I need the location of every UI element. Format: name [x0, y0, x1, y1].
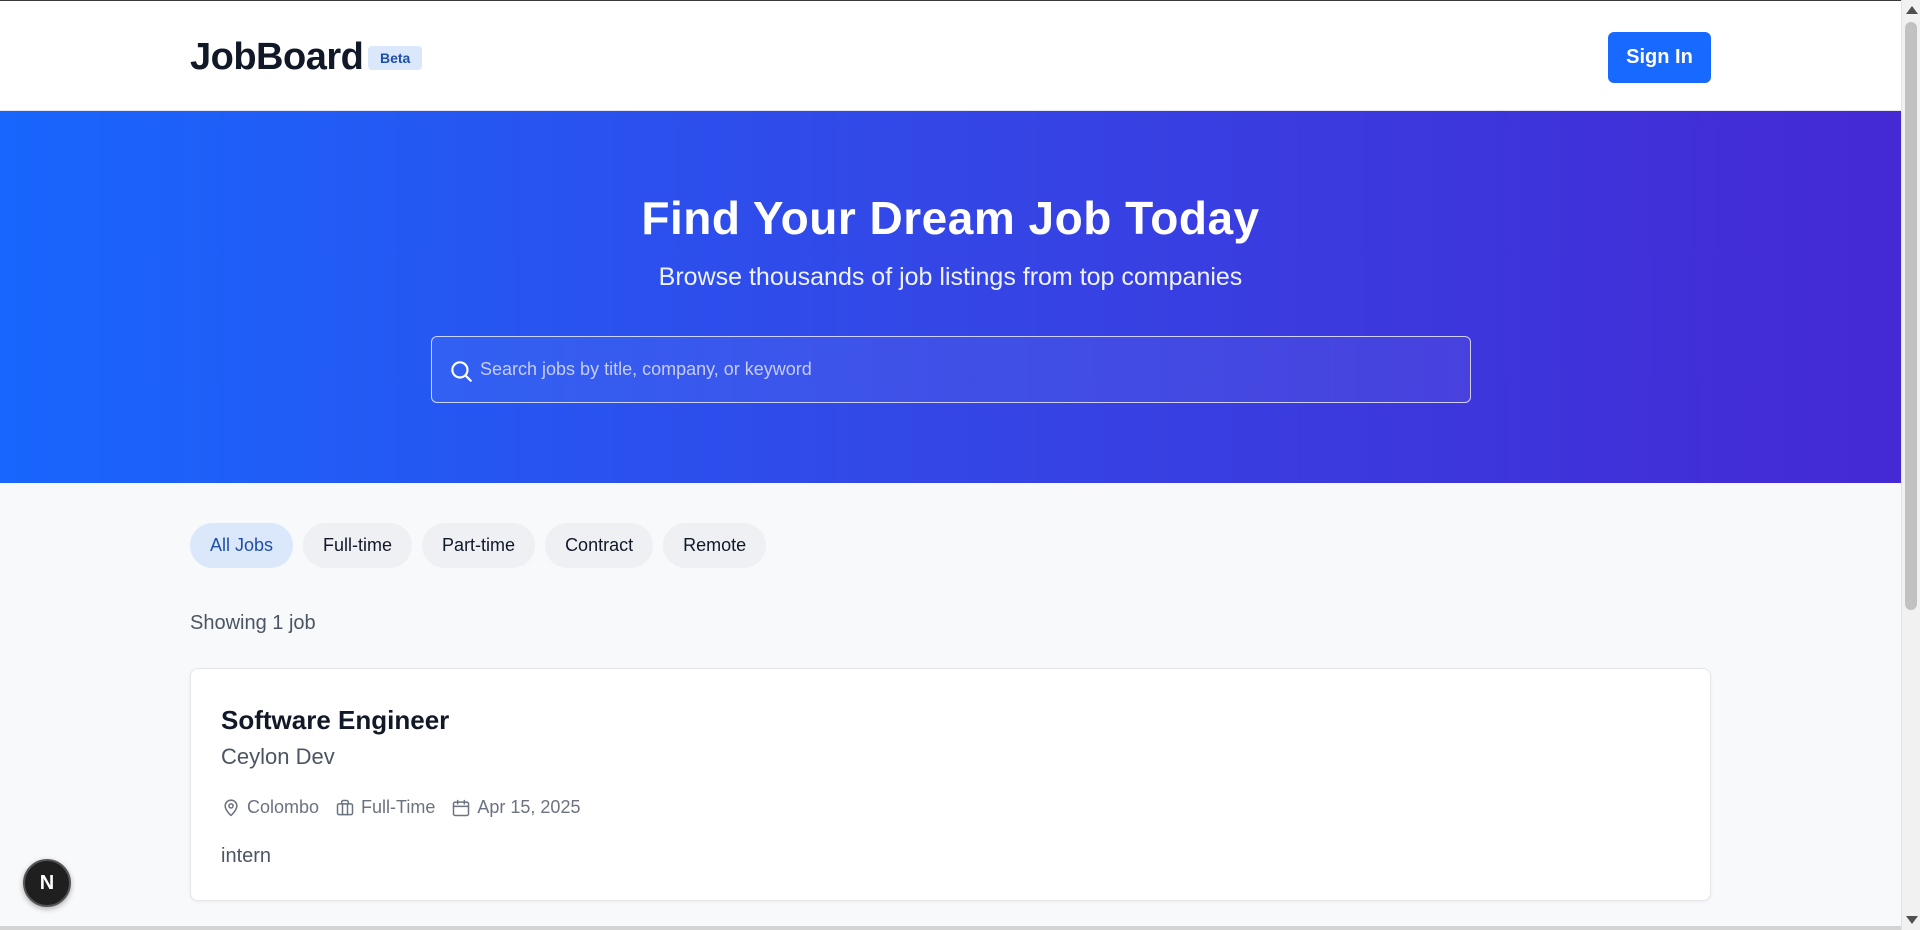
- page: JobBoard Beta Sign In Find Your Dream Jo…: [0, 0, 1901, 930]
- job-type: Full-Time: [335, 797, 435, 818]
- filter-all-jobs[interactable]: All Jobs: [190, 523, 294, 568]
- job-date-text: Apr 15, 2025: [477, 797, 581, 817]
- filter-contract[interactable]: Contract: [545, 523, 654, 568]
- search-icon: [451, 361, 472, 382]
- job-type-filters: All Jobs Full-time Part-time Contract Re…: [190, 523, 767, 568]
- sign-in-button[interactable]: Sign In: [1608, 32, 1711, 83]
- hero-banner: Find Your Dream Job Today Browse thousan…: [0, 111, 1901, 483]
- logo[interactable]: JobBoard: [190, 36, 364, 79]
- job-meta: Colombo Full-Time Apr 15, 2025: [221, 797, 580, 818]
- job-card[interactable]: Software Engineer Ceylon Dev Colombo Ful…: [190, 668, 1711, 901]
- search-input[interactable]: [480, 337, 1460, 402]
- job-title[interactable]: Software Engineer: [221, 705, 449, 736]
- scroll-down-arrow-icon[interactable]: [1906, 916, 1918, 924]
- filter-full-time[interactable]: Full-time: [303, 523, 413, 568]
- beta-badge: Beta: [368, 46, 423, 70]
- dev-tools-badge[interactable]: N: [23, 859, 71, 907]
- horizontal-scrollbar[interactable]: [0, 926, 1901, 930]
- job-location-text: Colombo: [247, 797, 320, 817]
- hero-title: Find Your Dream Job Today: [641, 192, 1260, 244]
- search-box[interactable]: [431, 336, 1471, 403]
- calendar-icon: [453, 799, 470, 816]
- job-date: Apr 15, 2025: [451, 797, 580, 818]
- job-company: Ceylon Dev: [221, 744, 335, 769]
- top-header: JobBoard Beta Sign In: [0, 0, 1901, 111]
- job-type-text: Full-Time: [361, 797, 436, 817]
- vertical-scrollbar[interactable]: [1901, 0, 1920, 930]
- scroll-up-arrow-icon[interactable]: [1906, 6, 1918, 14]
- map-pin-icon: [224, 798, 238, 816]
- filter-remote[interactable]: Remote: [663, 523, 767, 568]
- job-location: Colombo: [221, 797, 319, 818]
- briefcase-icon: [336, 799, 354, 815]
- results-count: Showing 1 job: [190, 612, 316, 634]
- scroll-thumb[interactable]: [1905, 22, 1917, 610]
- hero-subtitle: Browse thousands of job listings from to…: [658, 263, 1243, 291]
- filter-part-time[interactable]: Part-time: [422, 523, 536, 568]
- job-description: intern: [221, 845, 272, 867]
